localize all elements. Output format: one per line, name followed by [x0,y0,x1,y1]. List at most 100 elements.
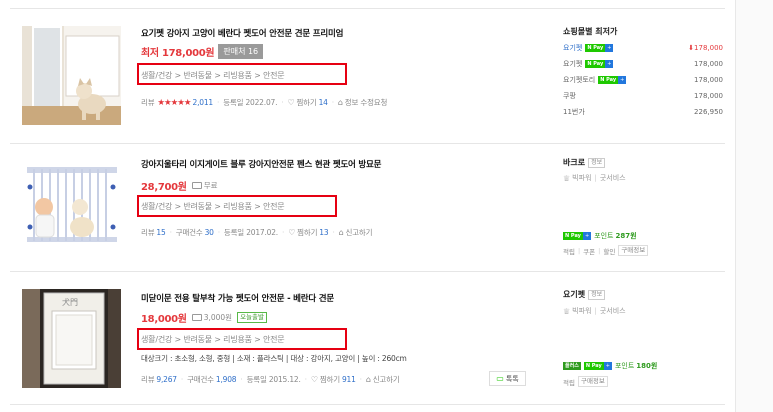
separator: | [598,246,601,255]
separator: · [332,228,335,237]
heart-icon[interactable]: ♡ [287,98,294,107]
product-price[interactable]: 28,700원 [141,178,187,193]
report-icon[interactable]: ⌂ [366,375,371,384]
medal-icon: ♕ [563,173,571,183]
registered-date: 등록일 2022.07. [223,98,278,107]
seller-title[interactable]: 바크로 정보 [563,157,606,168]
mall-row[interactable]: 11번가 226,950 [563,105,723,119]
review-label: 리뷰 [141,228,155,237]
point-label: 포인트 [594,232,614,240]
naver-pay-icon: N Pay + [585,60,614,68]
product-thumbnail[interactable] [22,26,121,125]
mall-price[interactable]: 178,000 [694,60,723,68]
seller-name[interactable]: 바크로 [563,157,585,168]
separator: · [282,228,285,237]
tag-accumulate: 적립 [563,378,575,387]
product-thumbnail[interactable]: 犬門 [22,289,121,388]
seller-panel: 요기펫 정보 ♕ 빅파워 | 굿서비스 플러스 N Pay + 포인트 180원 … [563,289,723,394]
heart-icon[interactable]: ♡ [311,375,318,384]
separator: · [217,98,220,107]
separator: · [240,375,243,384]
talk-label: 톡톡 [505,374,519,383]
mall-row[interactable]: 요기펫토리 N Pay + 178,000 [563,73,723,87]
product-image [22,157,121,256]
point-value: 287원 [615,232,637,240]
mall-name[interactable]: 쿠팡 [563,91,576,101]
mall-price[interactable]: 178,000 [694,76,723,84]
naver-pay-icon: N Pay + [583,362,612,370]
report-link[interactable]: 신고하기 [373,374,400,385]
talk-talk-button[interactable]: ▭ 톡톡 [489,371,526,386]
naver-pay-icon: N Pay + [563,232,592,240]
wish-label[interactable]: 찜하기 [297,227,317,238]
product-title[interactable]: 강아지울타리 이지게이트 블루 강아지안전문 펜스 현관 펫도어 방묘문 [141,158,382,170]
wish-count: 14 [318,98,328,107]
mall-name[interactable]: 요기펫 [563,59,582,69]
wish-label[interactable]: 찜하기 [320,374,340,385]
product-info: 미닫이문 전용 탈부착 가능 펫도어 안전문 - 베란다 견문 18,000원 … [137,289,526,394]
list-bottom-divider [10,404,725,405]
point-value: 180원 [636,362,658,370]
product-price[interactable]: 최저 178,000원 [141,44,215,59]
point-line: 플러스 N Pay + 포인트 180원 [563,361,657,371]
review-count[interactable]: 9,267 [156,375,177,384]
product-thumbnail[interactable] [22,157,121,256]
mall-row[interactable]: 요기펫 N Pay + ⬇178,000 [563,41,723,55]
shipping-fee: 무료 [203,181,218,190]
mall-price[interactable]: 178,000 [694,92,723,100]
price-line: 18,000원 3,000원 오늘출발 [141,310,267,325]
seller-grade: 빅파워 [572,307,592,315]
mall-lowest-price[interactable]: ⬇178,000 [688,44,723,52]
point-label: 포인트 [614,362,635,370]
product-title[interactable]: 미닫이문 전용 탈부착 가능 펫도어 안전문 - 베란다 견문 [141,292,334,304]
seller-name[interactable]: 요기펫 [563,289,585,300]
seller-count-badge[interactable]: 판매처 16 [218,44,264,59]
shipping-info: 3,000원 오늘출발 [191,312,267,323]
product-meta: 리뷰 9,267 · 구매건수 1,908 · 등록일 2015.12. · ♡… [141,374,400,385]
benefit-tags: 적립 | 쿠폰 | 할인 구매정보 [563,245,649,256]
product-price[interactable]: 18,000원 [141,310,187,325]
tag-coupon: 쿠폰 [583,247,596,256]
mall-name[interactable]: 11번가 [563,107,585,117]
benefit-tags: 적립 구매정보 [563,376,608,387]
product-meta: 리뷰 ★★★★★ 2,011 · 등록일 2022.07. · ♡ 찜하기 14… [141,97,387,108]
panel-title: 쇼핑몰별 최저가 [563,27,618,36]
seller-info-badge[interactable]: 정보 [588,289,606,300]
product-meta: 리뷰 15 · 구매건수 30 · 등록일 2017.02. · ♡ 찜하기 1… [141,227,373,238]
wish-label[interactable]: 찜하기 [296,97,316,108]
separator: · [359,375,362,384]
tag-discount: 할인 [603,247,616,256]
report-link[interactable]: 신고하기 [346,227,373,238]
purchase-count: 30 [204,228,214,237]
mall-row[interactable]: 쿠팡 178,000 [563,89,723,103]
separator: · [281,98,284,107]
seller-info-badge[interactable]: 정보 [588,157,606,168]
report-icon[interactable]: ⌂ [339,228,344,237]
seller-service: 굿서비스 [599,174,626,182]
mall-name[interactable]: 요기펫 [563,43,582,53]
wish-count: 911 [341,375,356,384]
lowest-price-panel: 쇼핑몰별 최저가 요기펫 N Pay + ⬇178,000 요기펫 N Pay + … [563,26,723,126]
product-title[interactable]: 요기펫 강아지 고양이 베란다 펫도어 안전문 견문 프리미엄 [141,27,343,39]
purchase-info-button[interactable]: 구매정보 [577,376,608,387]
plus-badge: 플러스 [563,362,581,370]
point-line: N Pay + 포인트 287원 [563,231,637,241]
category-highlight-box [137,328,347,350]
product-info: 강아지울타리 이지게이트 블루 강아지안전문 펜스 현관 펫도어 방묘문 28,… [137,158,526,258]
today-departure-badge: 오늘출발 [237,312,267,323]
seller-service: 굿서비스 [599,307,626,315]
report-icon[interactable]: ⌂ [338,98,343,107]
seller-title[interactable]: 요기펫 정보 [563,289,606,300]
purchase-info-button[interactable]: 구매정보 [618,245,649,256]
mall-name[interactable]: 요기펫토리 [563,75,595,85]
separator: · [304,375,307,384]
review-count[interactable]: 15 [156,228,165,237]
seller-panel: 바크로 정보 ♕ 빅파워 | 굿서비스 N Pay + 포인트 287원 적립 |… [563,157,723,257]
product-row: 강아지울타리 이지게이트 블루 강아지안전문 펜스 현관 펫도어 방묘문 28,… [10,143,725,271]
heart-icon[interactable]: ♡ [288,228,295,237]
info-edit-request-link[interactable]: 정보 수정요청 [345,97,388,108]
category-highlight-box [137,63,347,85]
mall-row[interactable]: 요기펫 N Pay + 178,000 [563,57,723,71]
review-count[interactable]: 2,011 [193,98,214,107]
mall-price[interactable]: 226,950 [694,108,723,116]
